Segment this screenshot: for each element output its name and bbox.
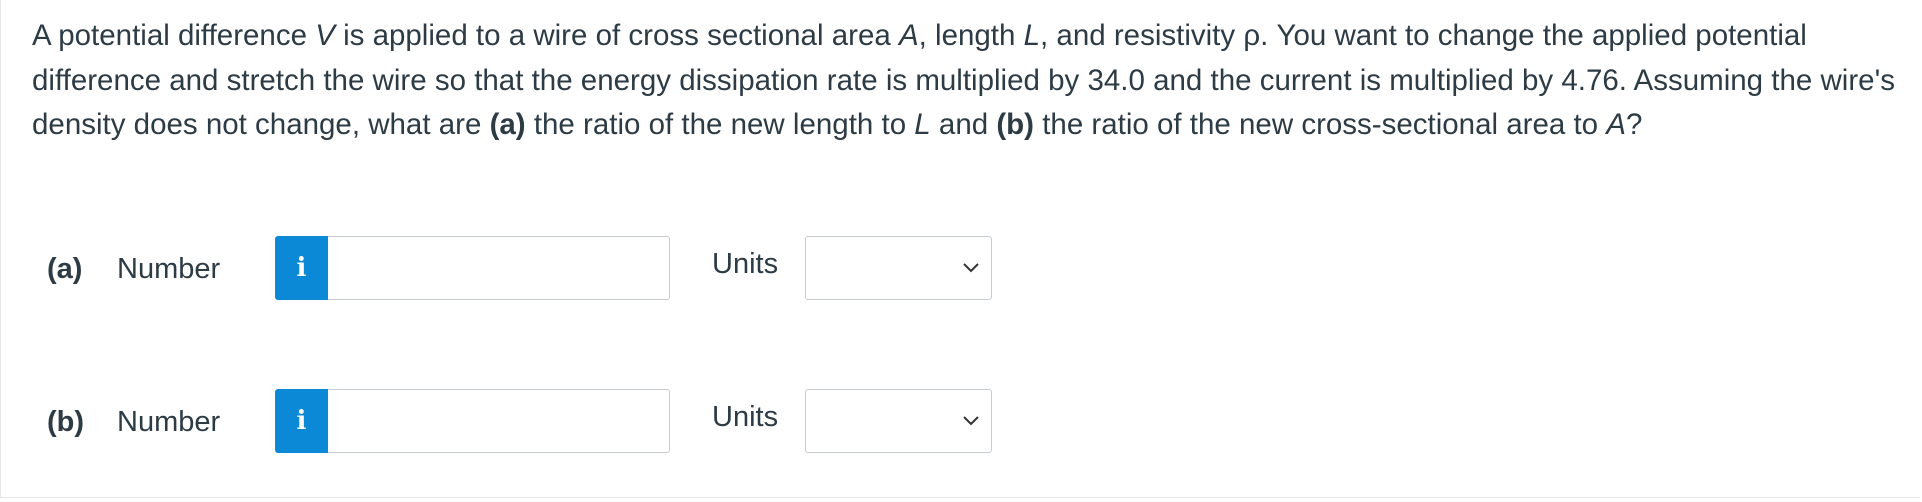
info-icon[interactable]: i — [275, 236, 328, 300]
info-icon[interactable]: i — [275, 389, 328, 453]
number-label-b: Number — [117, 406, 221, 438]
units-label-a: Units — [712, 248, 779, 280]
number-input-b[interactable] — [328, 389, 670, 453]
chevron-down-icon — [963, 263, 979, 273]
part-label-a: (a) — [47, 253, 83, 285]
question-text: A potential difference V is applied to a… — [32, 19, 1895, 141]
units-select-b[interactable] — [805, 389, 992, 453]
part-label-b: (b) — [47, 406, 85, 438]
number-label-a: Number — [117, 253, 221, 285]
units-label-b: Units — [712, 401, 779, 433]
number-input-a[interactable] — [328, 236, 670, 300]
chevron-down-icon — [963, 416, 979, 426]
units-select-a[interactable] — [805, 236, 992, 300]
